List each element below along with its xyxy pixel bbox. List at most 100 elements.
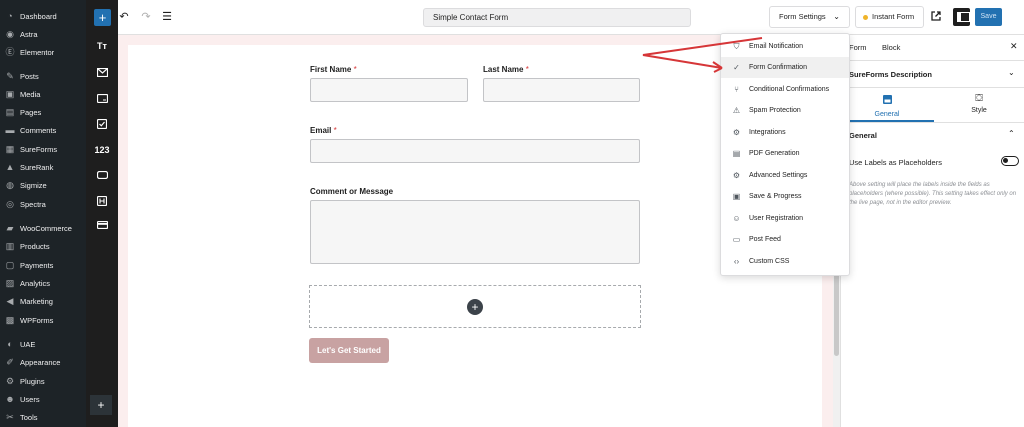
menu-item-email-notification[interactable]: ⛉ Email Notification: [721, 36, 849, 57]
first-name-input[interactable]: [310, 78, 468, 102]
pages-icon: ▤: [5, 107, 15, 117]
astra-icon: ◉: [6, 29, 14, 39]
redo-icon[interactable]: ↷: [138, 9, 154, 26]
text-block-icon[interactable]: Tт: [86, 35, 118, 57]
settings-panel-toggle-icon[interactable]: [953, 8, 970, 26]
menu-media[interactable]: ▣ Media: [0, 85, 86, 103]
comments-icon: ▬: [5, 125, 15, 135]
textarea-block-icon[interactable]: [86, 88, 118, 110]
menu-uae[interactable]: ◐ UAE: [0, 335, 86, 353]
pdf-icon: ▤: [732, 149, 741, 158]
menu-posts[interactable]: ✎ Posts: [0, 67, 86, 85]
menu-item-pdf-generation[interactable]: ▤ PDF Generation: [721, 143, 849, 164]
general-settings-icon: [882, 95, 892, 104]
list-view-icon[interactable]: ☰: [159, 9, 175, 26]
menu-item-conditional-confirmations[interactable]: ⑂ Conditional Confirmations: [721, 79, 849, 100]
menu-products[interactable]: ▥ Products: [0, 237, 86, 255]
tab-style[interactable]: ⛋ Style: [934, 87, 1024, 122]
menu-item-custom-css[interactable]: ‹› Custom CSS: [721, 251, 849, 272]
pin-icon: ✎: [6, 71, 14, 81]
save-icon: ▣: [732, 192, 741, 201]
sureforms-icon: ▦: [5, 144, 15, 154]
help-text: Above setting will place the labels insi…: [849, 182, 1017, 206]
external-link-icon[interactable]: [930, 10, 942, 22]
number-block-icon[interactable]: 123: [86, 139, 118, 161]
menu-item-spam-protection[interactable]: ⚠ Spam Protection: [721, 100, 849, 121]
submit-button[interactable]: Let's Get Started: [309, 338, 389, 363]
email-input[interactable]: [310, 139, 640, 163]
menu-woocommerce[interactable]: ▰ WooCommerce: [0, 219, 86, 237]
menu-analytics[interactable]: ▨ Analytics: [0, 274, 86, 292]
menu-payments[interactable]: ▢ Payments: [0, 256, 86, 274]
menu-pages[interactable]: ▤ Pages: [0, 103, 86, 121]
shield-icon: ⛉: [733, 42, 740, 51]
menu-elementor[interactable]: Ⓔ Elementor: [0, 43, 86, 61]
menu-appearance[interactable]: ✐ Appearance: [0, 353, 86, 371]
menu-item-user-registration[interactable]: ☺ User Registration: [721, 208, 849, 229]
menu-item-save-progress[interactable]: ▣ Save & Progress: [721, 186, 849, 207]
close-icon[interactable]: ✕: [1010, 41, 1018, 52]
menu-sigmize[interactable]: ◍ Sigmize: [0, 176, 86, 194]
form-settings-button[interactable]: Form Settings ⌄: [769, 6, 850, 28]
labels-as-placeholders-toggle[interactable]: [1001, 156, 1019, 166]
chevron-up-icon[interactable]: ⌃: [1008, 129, 1015, 138]
block-inserter-column: Tт 123: [86, 0, 118, 427]
dashboard-icon: ◔: [7, 11, 13, 21]
form-settings-dropdown: ⛉ Email Notification ✓ Form Confirmation ⑂…: [720, 33, 850, 276]
menu-item-form-confirmation[interactable]: ✓ Form Confirmation: [721, 57, 849, 78]
divider: [840, 60, 1024, 61]
menu-sureforms[interactable]: ▦ SureForms: [0, 140, 86, 158]
uae-icon: ◐: [7, 339, 13, 349]
url-block-icon[interactable]: [86, 165, 118, 187]
email-block-icon[interactable]: [86, 62, 118, 84]
menu-item-advanced-settings[interactable]: ⚙ Advanced Settings: [721, 165, 849, 186]
menu-item-post-feed[interactable]: ▭ Post Feed: [721, 229, 849, 250]
general-section-title[interactable]: General: [849, 131, 877, 140]
gear-icon: ⚙: [732, 171, 741, 180]
add-block-button[interactable]: +: [94, 9, 111, 26]
add-block-area[interactable]: +: [309, 285, 641, 328]
form-title-field[interactable]: Simple Contact Form: [423, 8, 691, 27]
elementor-icon: Ⓔ: [5, 47, 15, 57]
menu-spectra[interactable]: ◎ Spectra: [0, 195, 86, 213]
menu-tools[interactable]: ✂ Tools: [0, 408, 86, 426]
code-icon: ‹›: [733, 257, 740, 266]
menu-wpforms[interactable]: ▩ WPForms: [0, 311, 86, 329]
tab-general[interactable]: General: [840, 87, 934, 122]
menu-marketing[interactable]: ◀ Marketing: [0, 292, 86, 310]
tab-block[interactable]: Block: [882, 43, 900, 52]
menu-surerank[interactable]: ▲ SureRank: [0, 158, 86, 176]
last-name-input[interactable]: [483, 78, 640, 102]
menu-item-integrations[interactable]: ⚙ Integrations: [721, 122, 849, 143]
woocommerce-icon: ▰: [6, 223, 14, 233]
block-add-button[interactable]: +: [90, 395, 112, 415]
checkbox-block-icon[interactable]: [86, 113, 118, 135]
first-name-label: First Name *: [310, 65, 357, 74]
appearance-icon: ✐: [6, 357, 14, 367]
save-button[interactable]: Save: [975, 8, 1002, 26]
spectra-icon: ◎: [6, 199, 14, 209]
hidden-block-icon[interactable]: [86, 190, 118, 212]
sigmize-icon: ◍: [6, 180, 14, 190]
chevron-down-icon[interactable]: ⌄: [1008, 68, 1015, 77]
menu-comments[interactable]: ▬ Comments: [0, 121, 86, 139]
menu-dashboard[interactable]: ◔ Dashboard: [0, 7, 86, 25]
wp-admin-sidebar: ◔ Dashboard ◉ Astra Ⓔ Elementor ✎ Posts ▣ Med…: [0, 0, 86, 427]
wpforms-icon: ▩: [5, 315, 15, 325]
check-circle-icon: ✓: [733, 63, 740, 72]
menu-plugins[interactable]: ⚙ Plugins: [0, 372, 86, 390]
instant-form-button[interactable]: Instant Form: [855, 6, 924, 28]
branch-icon: ⑂: [734, 85, 739, 94]
comment-textarea[interactable]: [310, 200, 640, 264]
labels-as-placeholders-label: Use Labels as Placeholders: [849, 158, 942, 167]
integrations-icon: ⚙: [732, 128, 741, 137]
description-section-title[interactable]: SureForms Description: [849, 70, 932, 79]
undo-icon[interactable]: ↶: [116, 9, 132, 26]
payment-block-icon[interactable]: [86, 215, 118, 237]
user-add-icon: ☺: [732, 214, 741, 223]
paint-bucket-icon: ⛋: [975, 93, 983, 104]
menu-users[interactable]: ☻ Users: [0, 390, 86, 408]
menu-astra[interactable]: ◉ Astra: [0, 25, 86, 43]
tab-form[interactable]: Form: [849, 43, 867, 52]
plus-icon[interactable]: +: [467, 299, 483, 315]
